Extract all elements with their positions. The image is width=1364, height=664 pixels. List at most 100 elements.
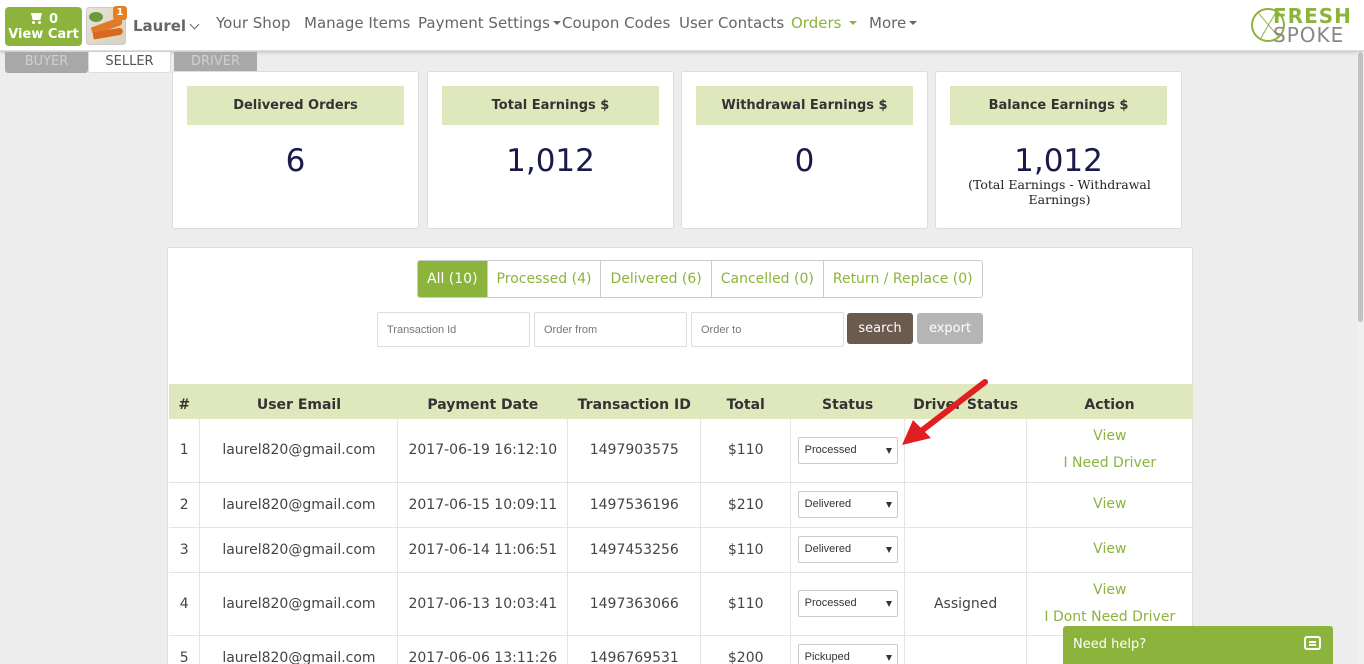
cart-icon: [29, 13, 43, 24]
caret-down-icon: [552, 21, 561, 25]
status-select[interactable]: Processed: [797, 590, 898, 617]
stat-card-balance-earnings: Balance Earnings $ 1,012 (Total Earnings…: [935, 71, 1182, 229]
row-email: laurel820@gmail.com: [199, 572, 399, 636]
col-header-total: Total: [700, 384, 792, 419]
dropdown-arrow-icon: [885, 601, 892, 607]
cart-count: 0: [48, 12, 59, 27]
row-date: 2017-06-06 13:11:26: [397, 635, 569, 664]
dropdown-arrow-icon: [885, 655, 892, 661]
row-total: $110: [700, 419, 792, 483]
row-num: 4: [169, 572, 201, 636]
col-header-email: User Email: [199, 384, 399, 419]
stat-value: 1,012: [1014, 143, 1103, 179]
stat-value: 0: [794, 143, 815, 179]
nav-orders[interactable]: Orders: [791, 14, 858, 32]
row-txn: 1497363066: [567, 572, 702, 636]
role-tab-driver[interactable]: DRIVER: [174, 52, 257, 73]
logo-text-bottom: SPOKE: [1273, 23, 1345, 47]
col-header-date: Payment Date: [397, 384, 569, 419]
view-cart-button[interactable]: 0 View Cart: [5, 7, 82, 46]
nav-more[interactable]: More: [869, 14, 918, 32]
row-txn: 1497903575: [567, 419, 702, 483]
need-driver-link[interactable]: I Need Driver: [1027, 450, 1192, 477]
status-select-value: Delivered: [804, 543, 852, 555]
freshspoke-logo[interactable]: FRESH SPOKE: [1251, 6, 1357, 46]
top-navbar: 0 View Cart 1 Laurel Your Shop Manage It…: [0, 0, 1364, 51]
col-header-action: Action: [1026, 384, 1193, 419]
status-select[interactable]: Pickuped: [797, 644, 898, 664]
nav-orders-label: Orders: [791, 14, 842, 32]
row-date: 2017-06-15 10:09:11: [397, 482, 569, 528]
export-button[interactable]: export: [917, 313, 983, 344]
order-to-input[interactable]: [691, 312, 844, 347]
row-date: 2017-06-14 11:06:51: [397, 527, 569, 573]
transaction-id-input[interactable]: [377, 312, 530, 347]
status-select-value: Processed: [804, 443, 857, 456]
row-total: $110: [700, 527, 792, 573]
notification-badge[interactable]: 1: [113, 6, 127, 20]
table-row: 4 laurel820@gmail.com 2017-06-13 10:03:4…: [169, 572, 1193, 636]
role-tab-buyer[interactable]: BUYER: [5, 52, 88, 73]
filter-delivered[interactable]: Delivered (6): [600, 261, 710, 297]
status-select[interactable]: Delivered: [797, 491, 898, 518]
chevron-down-icon: [189, 19, 200, 30]
stat-note: (Total Earnings - Withdrawal Earnings): [968, 177, 1151, 207]
row-txn: 1497536196: [567, 482, 702, 528]
nav-manage-items[interactable]: Manage Items: [304, 14, 410, 32]
need-help-widget[interactable]: Need help?: [1063, 626, 1333, 664]
caret-down-icon: [849, 21, 858, 25]
row-total: $200: [700, 635, 792, 664]
order-from-input[interactable]: [534, 312, 687, 347]
stat-label: Withdrawal Earnings $: [696, 86, 913, 125]
row-total: $210: [700, 482, 792, 528]
status-select[interactable]: Delivered: [797, 536, 898, 563]
role-tab-seller[interactable]: SELLER: [88, 52, 171, 73]
row-date: 2017-06-19 16:12:10: [397, 419, 569, 483]
stat-value: 6: [285, 143, 306, 179]
stat-value: 1,012: [506, 143, 595, 179]
nav-more-label: More: [869, 14, 907, 32]
row-driver-status: [904, 419, 1028, 483]
row-num: 3: [169, 527, 201, 573]
dropdown-arrow-icon: [885, 547, 892, 553]
row-email: laurel820@gmail.com: [199, 527, 399, 573]
nav-coupon-codes[interactable]: Coupon Codes: [562, 14, 670, 32]
status-select[interactable]: Processed: [797, 436, 898, 464]
filter-return-replace[interactable]: Return / Replace (0): [822, 261, 982, 297]
status-select-value: Delivered: [804, 498, 852, 510]
status-select-value: Processed: [804, 597, 857, 609]
row-driver-status: Assigned: [904, 572, 1028, 636]
table-row: 1 laurel820@gmail.com 2017-06-19 16:12:1…: [169, 419, 1193, 483]
status-select-value: Pickuped: [804, 651, 850, 663]
row-driver-status: [904, 482, 1028, 528]
table-row: 5 laurel820@gmail.com 2017-06-06 13:11:2…: [169, 635, 1193, 664]
dropdown-arrow-icon: [885, 502, 892, 508]
scrollbar-thumb[interactable]: [1358, 52, 1363, 322]
user-menu[interactable]: Laurel: [133, 17, 200, 35]
filter-cancelled[interactable]: Cancelled (0): [710, 261, 823, 297]
filter-processed[interactable]: Processed (4): [486, 261, 601, 297]
view-link[interactable]: View: [1027, 577, 1192, 604]
orders-panel: All (10) Processed (4) Delivered (6) Can…: [167, 247, 1193, 664]
search-button[interactable]: search: [847, 313, 913, 344]
nav-user-contacts[interactable]: User Contacts: [679, 14, 784, 32]
orders-table: # User Email Payment Date Transaction ID…: [169, 384, 1193, 664]
stat-card-total-earnings: Total Earnings $ 1,012: [427, 71, 674, 229]
row-driver-status: [904, 635, 1028, 664]
row-email: laurel820@gmail.com: [199, 419, 399, 483]
nav-your-shop[interactable]: Your Shop: [216, 14, 291, 32]
user-name: Laurel: [133, 17, 187, 35]
table-header-row: # User Email Payment Date Transaction ID…: [169, 384, 1193, 419]
need-help-label: Need help?: [1073, 637, 1147, 652]
row-email: laurel820@gmail.com: [199, 482, 399, 528]
page-scrollbar[interactable]: [1357, 52, 1364, 664]
chat-icon: [1304, 636, 1321, 650]
view-link[interactable]: View: [1027, 536, 1192, 563]
row-txn: 1497453256: [567, 527, 702, 573]
stat-label: Total Earnings $: [442, 86, 659, 125]
view-link[interactable]: View: [1027, 423, 1192, 450]
nav-payment-settings[interactable]: Payment Settings: [418, 14, 561, 32]
view-link[interactable]: View: [1027, 491, 1192, 518]
stat-label: Balance Earnings $: [950, 86, 1167, 125]
filter-all[interactable]: All (10): [418, 261, 487, 297]
